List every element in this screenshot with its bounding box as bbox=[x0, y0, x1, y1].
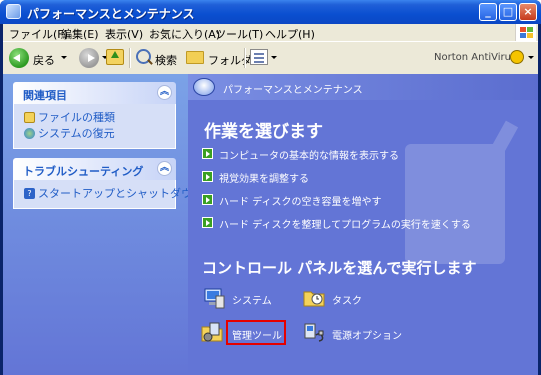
related-body: ファイルの種類 システムの復元 bbox=[13, 104, 176, 149]
link-file-types[interactable]: ファイルの種類 bbox=[14, 110, 175, 126]
related-title: 関連項目 bbox=[23, 89, 67, 102]
title-bar[interactable]: パフォーマンスとメンテナンス _ □ × bbox=[0, 0, 541, 24]
folders-icon[interactable] bbox=[186, 51, 204, 64]
norton-label: Norton AntiVirus bbox=[434, 52, 517, 63]
system-icon bbox=[204, 288, 225, 309]
task-pane: 関連項目 ︽ ファイルの種類 システムの復元 トラブルシューティング ︽ ? ス… bbox=[3, 74, 203, 375]
green-arrow-icon bbox=[202, 217, 213, 228]
task-label: ハード ディスクを整理してプログラムの実行を速くする bbox=[219, 220, 471, 231]
windows-logo-icon bbox=[515, 24, 536, 41]
task-label: 視覚効果を調整する bbox=[219, 174, 309, 185]
toolbar: 戻る 検索 フォルダ Norton AntiVirus bbox=[3, 41, 538, 75]
system-restore-icon bbox=[24, 128, 35, 139]
cp-label: システム bbox=[232, 296, 272, 307]
toolbar-separator bbox=[129, 48, 131, 68]
troubleshoot-header[interactable]: トラブルシューティング ︽ bbox=[13, 158, 176, 180]
link-startup-shutdown[interactable]: ? スタートアップとシャットダウン bbox=[14, 186, 203, 202]
watermark-check-icon bbox=[405, 120, 519, 264]
close-button[interactable]: × bbox=[519, 3, 537, 21]
power-options-icon bbox=[304, 323, 324, 342]
cp-label: タスク bbox=[332, 296, 362, 307]
minimize-button[interactable]: _ bbox=[479, 3, 497, 21]
link-label: ファイルの種類 bbox=[38, 111, 115, 124]
task-label: コンピュータの基本的な情報を表示する bbox=[219, 151, 399, 162]
menu-bar: ファイル(F) 編集(E) 表示(V) お気に入り(A) ツール(T) ヘルプ(… bbox=[3, 24, 538, 41]
green-arrow-icon bbox=[202, 194, 213, 205]
search-button-label[interactable]: 検索 bbox=[155, 52, 177, 68]
collapse-chevron-icon[interactable]: ︽ bbox=[157, 161, 172, 176]
scheduled-tasks-icon bbox=[303, 291, 325, 307]
menu-view[interactable]: 表示(V) bbox=[105, 26, 143, 42]
maximize-button[interactable]: □ bbox=[499, 3, 517, 21]
category-title: パフォーマンスとメンテナンス bbox=[223, 85, 363, 96]
menu-file[interactable]: ファイル(F) bbox=[9, 26, 68, 42]
related-header[interactable]: 関連項目 ︽ bbox=[13, 82, 176, 104]
norton-icon[interactable] bbox=[510, 50, 524, 64]
explorer-window: パフォーマンスとメンテナンス _ □ × ファイル(F) 編集(E) 表示(V)… bbox=[0, 0, 541, 375]
search-icon[interactable] bbox=[136, 49, 151, 64]
folder-up-icon[interactable] bbox=[106, 49, 124, 65]
troubleshoot-box: トラブルシューティング ︽ ? スタートアップとシャットダウン bbox=[13, 158, 203, 209]
admin-tools-icon bbox=[201, 322, 223, 342]
norton-dropdown-icon[interactable] bbox=[528, 56, 534, 59]
related-box: 関連項目 ︽ ファイルの種類 システムの復元 bbox=[13, 82, 176, 149]
maintenance-category-icon bbox=[193, 78, 215, 96]
back-arrow-icon[interactable] bbox=[9, 48, 29, 68]
troubleshoot-title: トラブルシューティング bbox=[23, 165, 144, 178]
forward-arrow-icon[interactable] bbox=[79, 48, 99, 68]
back-dropdown-icon[interactable] bbox=[61, 56, 67, 59]
pick-control-panel-title: コントロール パネルを選んで実行します bbox=[202, 259, 477, 277]
collapse-chevron-icon[interactable]: ︽ bbox=[157, 85, 172, 100]
back-button-label[interactable]: 戻る bbox=[33, 52, 55, 68]
pick-task-title: 作業を選びます bbox=[204, 122, 323, 142]
link-label: システムの復元 bbox=[38, 127, 115, 140]
file-types-icon bbox=[24, 112, 35, 123]
task-label: ハード ディスクの空き容量を増やす bbox=[219, 197, 382, 208]
menu-edit[interactable]: 編集(E) bbox=[61, 26, 99, 42]
green-arrow-icon bbox=[202, 171, 213, 182]
toolbar-separator bbox=[244, 48, 246, 68]
menu-tools[interactable]: ツール(T) bbox=[215, 26, 263, 42]
views-dropdown-icon[interactable] bbox=[271, 56, 277, 59]
window-icon[interactable] bbox=[6, 4, 21, 19]
link-label: スタートアップとシャットダウン bbox=[38, 187, 203, 200]
menu-favorites[interactable]: お気に入り(A) bbox=[149, 26, 220, 42]
category-header: パフォーマンスとメンテナンス bbox=[188, 74, 538, 100]
help-icon: ? bbox=[24, 188, 35, 199]
cp-label: 電源オプション bbox=[332, 331, 402, 342]
troubleshoot-body: ? スタートアップとシャットダウン bbox=[13, 180, 203, 209]
main-pane: パフォーマンスとメンテナンス 作業を選びます コンピュータの基本的な情報を表示す… bbox=[188, 74, 538, 375]
link-system-restore[interactable]: システムの復元 bbox=[14, 126, 175, 142]
green-arrow-icon bbox=[202, 148, 213, 159]
views-icon[interactable] bbox=[250, 49, 268, 65]
admin-tools-highlight bbox=[226, 320, 286, 345]
window-title: パフォーマンスとメンテナンス bbox=[27, 7, 195, 21]
menu-help[interactable]: ヘルプ(H) bbox=[265, 26, 315, 42]
